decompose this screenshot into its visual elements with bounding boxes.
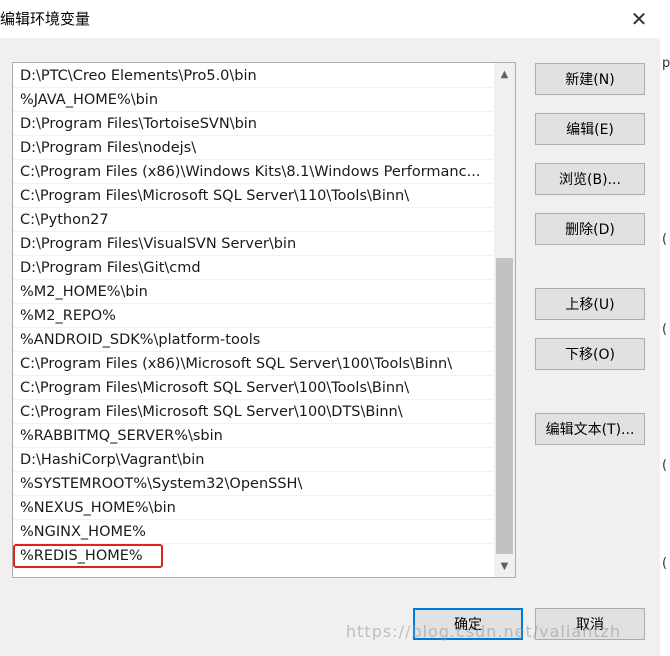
list-item[interactable]: %NEXUS_HOME%\bin bbox=[13, 496, 493, 520]
list-item[interactable]: D:\Program Files\TortoiseSVN\bin bbox=[13, 112, 493, 136]
move-down-button[interactable]: 下移(O) bbox=[535, 338, 645, 370]
path-list-items: D:\PTC\Creo Elements\Pro5.0\bin %JAVA_HO… bbox=[13, 64, 493, 568]
close-icon[interactable]: ✕ bbox=[626, 6, 652, 32]
window-title: 编辑环境变量 bbox=[0, 10, 91, 28]
list-item[interactable]: C:\Program Files (x86)\Microsoft SQL Ser… bbox=[13, 352, 493, 376]
list-item[interactable]: C:\Program Files (x86)\Windows Kits\8.1\… bbox=[13, 160, 493, 184]
list-item[interactable]: D:\Program Files\Git\cmd bbox=[13, 256, 493, 280]
list-item[interactable]: D:\Program Files\nodejs\ bbox=[13, 136, 493, 160]
delete-button[interactable]: 删除(D) bbox=[535, 213, 645, 245]
list-item[interactable]: %NGINX_HOME% bbox=[13, 520, 493, 544]
edit-button[interactable]: 编辑(E) bbox=[535, 113, 645, 145]
list-item[interactable]: C:\Program Files\Microsoft SQL Server\10… bbox=[13, 400, 493, 424]
edit-text-button[interactable]: 编辑文本(T)... bbox=[535, 413, 645, 445]
background-window-glyph: ( bbox=[662, 556, 668, 571]
background-window-glyph: ( bbox=[662, 458, 668, 473]
list-item[interactable]: C:\Program Files\Microsoft SQL Server\11… bbox=[13, 184, 493, 208]
list-item[interactable]: %M2_REPO% bbox=[13, 304, 493, 328]
list-item[interactable]: D:\Program Files\VisualSVN Server\bin bbox=[13, 232, 493, 256]
move-up-button[interactable]: 上移(U) bbox=[535, 288, 645, 320]
title-bar: 编辑环境变量 ✕ bbox=[0, 0, 670, 38]
list-item-highlighted[interactable]: %REDIS_HOME% bbox=[13, 544, 163, 568]
chevron-down-icon[interactable]: ▼ bbox=[494, 555, 515, 577]
scrollbar-thumb[interactable] bbox=[496, 258, 513, 554]
path-list[interactable]: D:\PTC\Creo Elements\Pro5.0\bin %JAVA_HO… bbox=[12, 62, 516, 578]
list-item[interactable]: %ANDROID_SDK%\platform-tools bbox=[13, 328, 493, 352]
background-window-glyph: p bbox=[662, 56, 670, 71]
new-button[interactable]: 新建(N) bbox=[535, 63, 645, 95]
list-item[interactable]: %SYSTEMROOT%\System32\OpenSSH\ bbox=[13, 472, 493, 496]
background-window-glyph: ( bbox=[662, 232, 668, 247]
chevron-up-icon[interactable]: ▲ bbox=[494, 63, 515, 85]
vertical-scrollbar[interactable]: ▲ ▼ bbox=[494, 63, 515, 577]
list-item[interactable]: C:\Program Files\Microsoft SQL Server\10… bbox=[13, 376, 493, 400]
watermark: https://blog.csdn.net/valiantzh bbox=[346, 622, 622, 641]
list-item[interactable]: C:\Python27 bbox=[13, 208, 493, 232]
background-window-glyph: ( bbox=[662, 322, 668, 337]
browse-button[interactable]: 浏览(B)... bbox=[535, 163, 645, 195]
list-item[interactable]: D:\PTC\Creo Elements\Pro5.0\bin bbox=[13, 64, 493, 88]
list-item[interactable]: %RABBITMQ_SERVER%\sbin bbox=[13, 424, 493, 448]
list-item[interactable]: %M2_HOME%\bin bbox=[13, 280, 493, 304]
list-item[interactable]: %JAVA_HOME%\bin bbox=[13, 88, 493, 112]
list-item[interactable]: D:\HashiCorp\Vagrant\bin bbox=[13, 448, 493, 472]
